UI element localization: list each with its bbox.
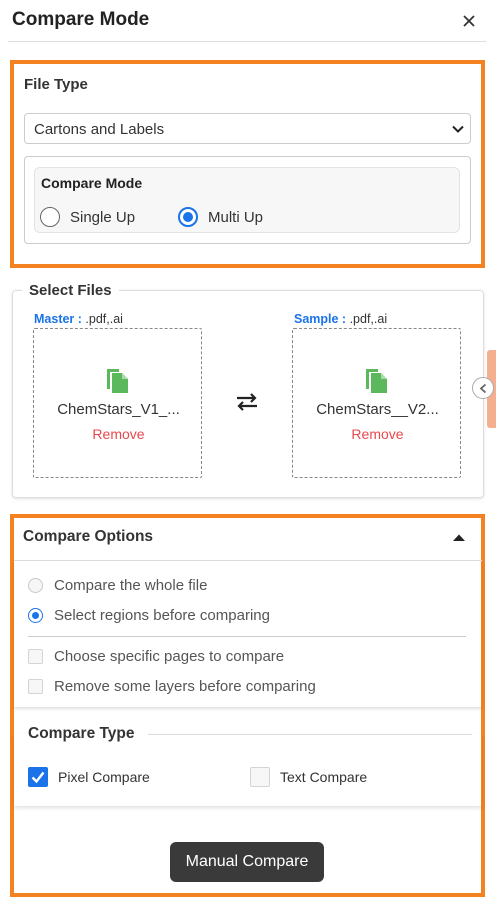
close-icon[interactable] [458, 10, 480, 32]
sample-file-label: Sample : .pdf,.ai [294, 312, 387, 326]
master-file-label: Master : .pdf,.ai [34, 312, 123, 326]
remove-layers-checkbox[interactable] [28, 679, 43, 694]
file-type-selected-value: Cartons and Labels [34, 121, 165, 138]
master-file-types: .pdf,.ai [81, 312, 123, 326]
sample-file-name: ChemStars__V2... [316, 401, 439, 418]
specific-pages-checkbox[interactable] [28, 649, 43, 664]
sample-label: Sample : [294, 312, 347, 326]
compare-mode-label: Compare Mode [41, 175, 143, 191]
whole-file-label[interactable]: Compare the whole file [54, 577, 207, 594]
manual-compare-button[interactable]: Manual Compare [170, 842, 324, 882]
text-compare-label[interactable]: Text Compare [280, 769, 367, 785]
panel-header: Compare Mode [0, 0, 496, 42]
select-regions-radio[interactable] [28, 608, 43, 623]
caret-up-icon [453, 534, 465, 541]
close-button[interactable] [458, 10, 480, 32]
chevron-left-icon [479, 383, 487, 394]
pixel-compare-checkbox[interactable] [28, 767, 48, 787]
select-regions-label[interactable]: Select regions before comparing [54, 607, 270, 624]
header-divider [8, 41, 486, 42]
options-divider [28, 636, 466, 637]
compare-options-title: Compare Options [23, 528, 154, 545]
file-copy-icon [107, 369, 128, 393]
master-drop-zone[interactable]: ChemStars_V1_... Remove [33, 328, 202, 478]
checkmark-icon [31, 771, 45, 784]
chevron-down-icon [452, 125, 464, 133]
compare-options-header[interactable]: Compare Options [14, 518, 482, 560]
multi-up-radio[interactable] [178, 207, 198, 227]
pixel-compare-label[interactable]: Pixel Compare [58, 769, 150, 785]
master-label: Master : [34, 312, 82, 326]
single-up-label[interactable]: Single Up [70, 209, 135, 226]
single-up-radio[interactable] [40, 207, 60, 227]
select-files-title: Select Files [22, 282, 119, 299]
file-copy-icon [366, 369, 387, 393]
multi-up-label[interactable]: Multi Up [208, 209, 263, 226]
compare-type-line [148, 734, 472, 735]
sample-file-types: .pdf,.ai [346, 312, 388, 326]
whole-file-radio[interactable] [28, 578, 43, 593]
sample-remove-link[interactable]: Remove [293, 426, 462, 442]
remove-layers-label[interactable]: Remove some layers before comparing [54, 678, 316, 695]
text-compare-checkbox[interactable] [250, 767, 270, 787]
file-type-select[interactable]: Cartons and Labels [24, 113, 471, 144]
swap-icon[interactable] [234, 391, 260, 413]
master-remove-link[interactable]: Remove [34, 426, 203, 442]
sample-drop-zone[interactable]: ChemStars__V2... Remove [292, 328, 461, 478]
compare-type-title: Compare Type [28, 725, 141, 743]
collapse-panel-button[interactable] [472, 377, 494, 399]
specific-pages-label[interactable]: Choose specific pages to compare [54, 648, 284, 665]
panel-title: Compare Mode [12, 9, 150, 30]
master-file-name: ChemStars_V1_... [57, 401, 180, 418]
file-type-label: File Type [24, 76, 88, 93]
